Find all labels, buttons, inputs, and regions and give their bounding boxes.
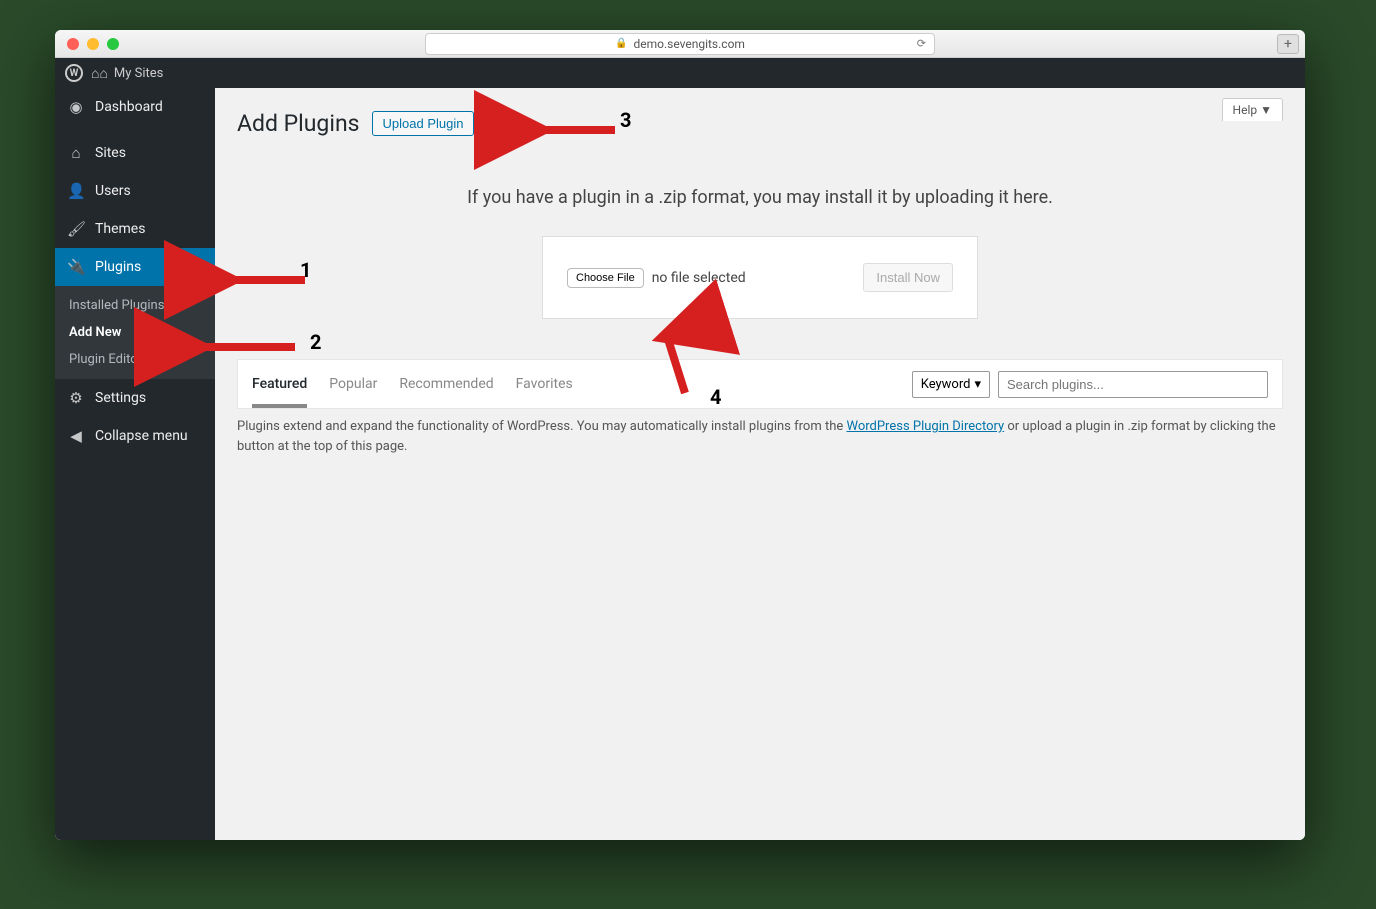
keyword-label: Keyword [921,377,971,392]
sidebar-item-label: Users [95,183,131,199]
chevron-down-icon: ▾ [974,377,981,392]
sidebar-item-label: Plugins [95,259,141,275]
desc-prefix: Plugins extend and expand the functional… [237,419,846,434]
plugins-description: Plugins extend and expand the functional… [237,417,1283,456]
sidebar-item-label: Collapse menu [95,428,188,444]
submenu-plugin-editor[interactable]: Plugin Editor [55,346,215,373]
sites-icon: ⌂ [67,144,85,162]
annotation-label-2: 2 [310,330,321,354]
filter-tabs: Featured Popular Recommended Favorites [252,370,573,408]
sidebar-item-settings[interactable]: ⚙ Settings [55,379,215,417]
sidebar-item-label: Themes [95,221,145,237]
submenu-installed-plugins[interactable]: Installed Plugins [55,292,215,319]
mysites-label: My Sites [114,66,163,81]
themes-icon: 🖌 [67,220,85,238]
dashboard-icon: ◉ [67,98,85,116]
chevron-down-icon: ▼ [1260,103,1272,117]
sidebar-item-sites[interactable]: ⌂ Sites [55,134,215,172]
wp-admin-bar: W ⌂⌂ My Sites [55,58,1305,88]
help-label: Help [1233,103,1258,117]
sidebar-item-plugins[interactable]: 🔌 Plugins [55,248,215,286]
wordpress-logo-icon[interactable]: W [65,64,83,82]
main-content: Help ▼ Add Plugins Upload Plugin If you … [215,88,1305,840]
network-icon: ⌂⌂ [91,65,108,82]
plugins-icon: 🔌 [67,258,85,276]
browser-window: 🔒 demo.sevengits.com ⟳ + W ⌂⌂ My Sites ◉… [55,30,1305,840]
sidebar-item-label: Sites [95,145,126,161]
upload-form: Choose File no file selected Install Now [542,236,978,319]
address-bar[interactable]: 🔒 demo.sevengits.com ⟳ [425,33,935,55]
sidebar-collapse-menu[interactable]: ◀ Collapse menu [55,417,215,455]
wp-body: ◉ Dashboard ⌂ Sites 👤 Users 🖌 Themes 🔌 P… [55,88,1305,840]
filter-tab-popular[interactable]: Popular [329,370,377,408]
sidebar-item-label: Dashboard [95,99,163,115]
annotation-label-4: 4 [710,385,721,409]
reload-icon[interactable]: ⟳ [917,37,926,50]
filter-tab-featured[interactable]: Featured [252,370,307,408]
window-controls [67,38,119,50]
plugins-submenu: Installed Plugins Add New Plugin Editor [55,286,215,379]
annotation-label-1: 1 [300,258,311,282]
search-type-select[interactable]: Keyword ▾ [912,371,990,398]
page-title: Add Plugins [237,110,360,137]
wp-plugin-directory-link[interactable]: WordPress Plugin Directory [846,419,1004,434]
help-tab[interactable]: Help ▼ [1222,98,1283,121]
url-text: demo.sevengits.com [633,37,744,51]
install-now-button[interactable]: Install Now [863,263,953,292]
lock-icon: 🔒 [615,38,627,49]
minimize-window-icon[interactable] [87,38,99,50]
sidebar-item-dashboard[interactable]: ◉ Dashboard [55,88,215,126]
admin-sidebar: ◉ Dashboard ⌂ Sites 👤 Users 🖌 Themes 🔌 P… [55,88,215,840]
choose-file-button[interactable]: Choose File [567,268,644,288]
search-plugins-input[interactable] [998,371,1268,398]
filter-tab-recommended[interactable]: Recommended [399,370,493,408]
page-header: Add Plugins Upload Plugin [237,110,1283,137]
macos-titlebar: 🔒 demo.sevengits.com ⟳ + [55,30,1305,58]
users-icon: 👤 [67,182,85,200]
new-tab-button[interactable]: + [1277,34,1299,54]
maximize-window-icon[interactable] [107,38,119,50]
filter-tab-favorites[interactable]: Favorites [516,370,573,408]
close-window-icon[interactable] [67,38,79,50]
annotation-label-3: 3 [620,108,631,132]
sidebar-item-users[interactable]: 👤 Users [55,172,215,210]
mysites-menu[interactable]: ⌂⌂ My Sites [91,65,163,82]
submenu-add-new[interactable]: Add New [55,319,215,346]
collapse-icon: ◀ [67,427,85,445]
sidebar-item-label: Settings [95,390,146,406]
settings-icon: ⚙ [67,389,85,407]
sidebar-item-themes[interactable]: 🖌 Themes [55,210,215,248]
search-controls: Keyword ▾ [912,371,1268,408]
file-status-text: no file selected [652,270,746,286]
upload-hint-text: If you have a plugin in a .zip format, y… [237,187,1283,208]
plugin-filter-bar: Featured Popular Recommended Favorites K… [237,359,1283,409]
upload-plugin-button[interactable]: Upload Plugin [372,111,475,136]
